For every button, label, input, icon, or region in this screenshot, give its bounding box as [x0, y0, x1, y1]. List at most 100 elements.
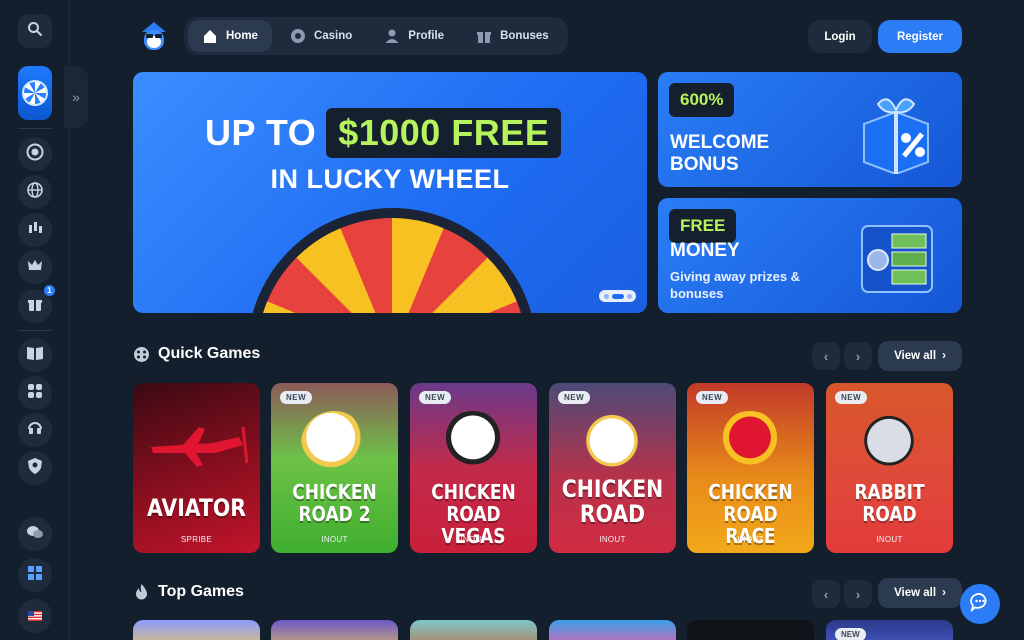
sidebar-item-bonuses[interactable]: 1: [18, 285, 55, 323]
sidebar-item-rules[interactable]: [18, 338, 52, 372]
book-icon: [26, 345, 44, 365]
hero-headline: UP TO $1000 FREE: [205, 108, 562, 158]
game-card-chicken-road-2[interactable]: NEW CHICKEN ROAD 2 INOUT: [271, 383, 398, 553]
new-badge: NEW: [280, 391, 313, 404]
sidebar-item-games[interactable]: [18, 376, 52, 410]
top-game-card[interactable]: [549, 620, 676, 640]
new-badge: NEW: [558, 391, 591, 404]
gift-icon: [476, 28, 492, 44]
sidebar-item-sports[interactable]: [18, 175, 52, 209]
quick-games-prev-button[interactable]: ‹: [812, 342, 840, 370]
carousel-dot-active[interactable]: [611, 293, 624, 299]
lucky-wheel-illustration: [247, 208, 537, 313]
hero-banner[interactable]: UP TO $1000 FREE IN LUCKY WHEEL ‹ ›: [133, 72, 647, 313]
sidebar-item-windows-app[interactable]: [18, 558, 52, 592]
search-button[interactable]: [18, 14, 52, 48]
top-game-card[interactable]: [687, 620, 814, 640]
plane-icon: [151, 426, 249, 467]
wheel-icon: [22, 80, 48, 106]
sidebar-divider: [18, 330, 52, 331]
game-provider: INOUT: [737, 535, 764, 544]
top-games-view-all-button[interactable]: View all ›: [878, 578, 962, 608]
sidebar-item-casino[interactable]: [18, 137, 52, 171]
shield-icon: [27, 457, 43, 479]
sidebar: 1: [0, 0, 70, 640]
top-game-card[interactable]: [133, 620, 260, 640]
carousel-dot[interactable]: [626, 293, 632, 299]
rabbit-icon: [856, 411, 922, 477]
sidebar-item-trading[interactable]: [18, 213, 52, 247]
nav-casino-label: Casino: [313, 30, 353, 42]
game-provider: INOUT: [321, 535, 348, 544]
game-card-chicken-road[interactable]: NEW CHICKEN ROAD INOUT: [549, 383, 676, 553]
view-all-label: View all: [894, 587, 937, 599]
candlestick-icon: [26, 219, 44, 241]
nav-profile[interactable]: Profile: [370, 20, 458, 52]
game-name: RABBIT ROAD: [854, 480, 925, 526]
nav-casino[interactable]: Casino: [276, 20, 366, 52]
dice-icon: [133, 346, 150, 363]
top-games-title: Top Games: [133, 583, 244, 601]
sidebar-expand-button[interactable]: »: [64, 66, 88, 128]
nav-profile-label: Profile: [408, 30, 445, 42]
chevron-left-icon: ‹: [823, 348, 829, 364]
quick-games-label: Quick Games: [158, 345, 261, 362]
user-icon: [384, 28, 400, 44]
top-games-next-button[interactable]: ›: [844, 580, 872, 608]
double-chevron-right-icon: »: [72, 89, 80, 105]
game-card-rabbit-road[interactable]: NEW RABBIT ROAD INOUT: [826, 383, 953, 553]
sidebar-item-security[interactable]: [18, 451, 52, 485]
main-nav: Home Casino Profile Bonuses: [184, 17, 568, 55]
login-button[interactable]: Login: [808, 20, 872, 53]
quick-games-next-button[interactable]: ›: [844, 342, 872, 370]
quick-games-view-all-button[interactable]: View all ›: [878, 341, 962, 371]
nav-home-label: Home: [226, 30, 258, 42]
new-badge: NEW: [835, 628, 866, 640]
carousel-dots[interactable]: [599, 290, 636, 302]
register-button[interactable]: Register: [878, 20, 962, 53]
promo-tag: FREE: [669, 209, 737, 243]
new-badge: NEW: [419, 391, 452, 404]
chicken-icon: [579, 411, 645, 477]
top-games-prev-button[interactable]: ‹: [812, 580, 840, 608]
hero-subheadline: IN LUCKY WHEEL: [270, 164, 510, 194]
lucky-wheel-button[interactable]: [18, 66, 52, 120]
promo-tag: 600%: [669, 83, 735, 117]
promo-free-money[interactable]: FREE MONEY Giving away prizes & bonuses: [658, 198, 962, 313]
top-games-label: Top Games: [158, 583, 244, 600]
globe-icon: [26, 181, 44, 203]
game-provider: SPRIBE: [180, 535, 213, 544]
game-provider: INOUT: [599, 535, 626, 544]
site-logo[interactable]: [136, 18, 172, 54]
chevron-left-icon: ‹: [823, 586, 829, 602]
game-name: CHICKEN ROAD: [561, 475, 664, 528]
nav-home[interactable]: Home: [188, 20, 272, 52]
game-card-chicken-road-vegas[interactable]: NEW CHICKEN ROAD VEGAS INOUT: [410, 383, 537, 553]
nav-bonuses-label: Bonuses: [500, 30, 549, 42]
live-chat-button[interactable]: [960, 584, 1000, 624]
sidebar-item-chat[interactable]: [18, 517, 52, 551]
game-provider: INOUT: [460, 535, 487, 544]
chat-icon: [970, 592, 990, 617]
promo-welcome-bonus[interactable]: 600% WELCOME BONUS: [658, 72, 962, 187]
sidebar-item-vip[interactable]: [18, 250, 52, 284]
new-badge: NEW: [696, 391, 729, 404]
carousel-dot[interactable]: [603, 293, 609, 299]
windows-icon: [28, 566, 42, 584]
home-icon: [202, 28, 218, 44]
gift-box-icon: [863, 98, 929, 174]
game-card-chicken-road-race[interactable]: NEW CHICKEN ROAD RACE INOUT: [687, 383, 814, 553]
chevron-right-icon: ›: [942, 587, 946, 599]
top-game-card[interactable]: [271, 620, 398, 640]
chevron-right-icon: ›: [942, 350, 946, 362]
top-game-card[interactable]: NEW: [826, 620, 953, 640]
chip-icon: [26, 143, 44, 165]
promo-subtitle: Giving away prizes & bonuses: [670, 269, 801, 301]
chip-icon: [290, 28, 306, 44]
nav-bonuses[interactable]: Bonuses: [462, 20, 563, 52]
game-card-aviator[interactable]: AVIATOR SPRIBE: [133, 383, 260, 553]
sidebar-item-support[interactable]: [18, 413, 52, 447]
top-game-card[interactable]: [410, 620, 537, 640]
language-selector[interactable]: [18, 599, 52, 633]
chat-bubbles-icon: [26, 524, 44, 544]
